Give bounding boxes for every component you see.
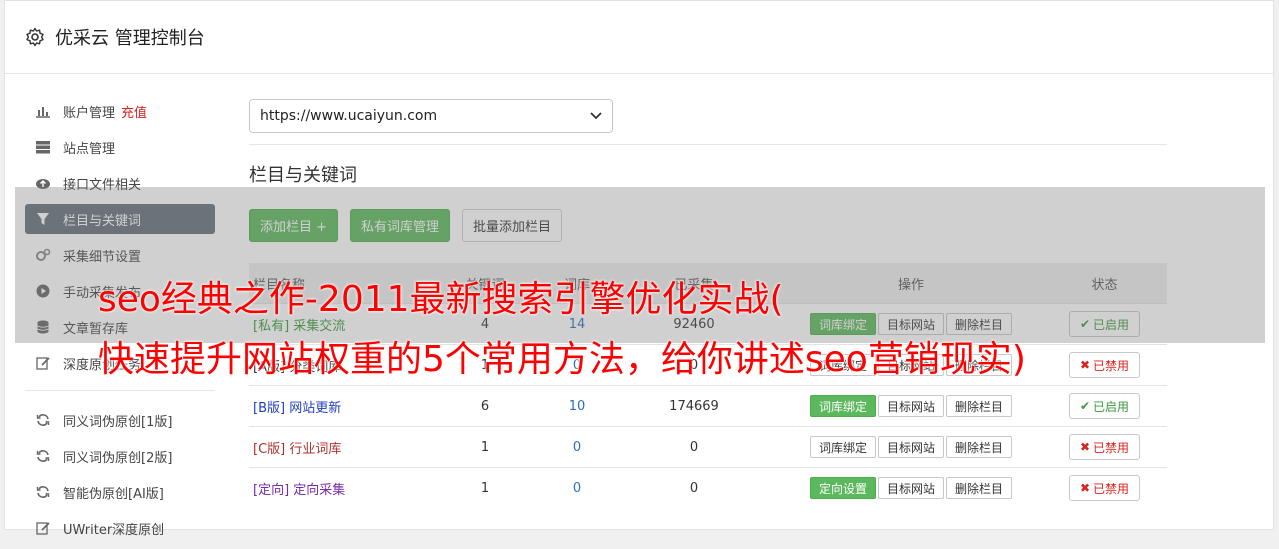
- row-name-cell: [定向] 定向采集: [249, 467, 424, 508]
- row-lib[interactable]: 0: [546, 467, 608, 508]
- table-row: [C版] 行业词库 1 0 0 词库绑定 目标网站 删除栏目 ✖ 已禁用: [249, 426, 1167, 468]
- refresh-icon: [35, 448, 51, 464]
- row-collected: 0: [608, 467, 780, 508]
- row-status-cell: ✔ 已启用: [1042, 385, 1167, 427]
- gear-icon: [26, 27, 44, 47]
- row-name[interactable]: 行业词库: [289, 442, 341, 457]
- delete-column-button[interactable]: 删除栏目: [946, 395, 1013, 417]
- status-toggle[interactable]: ✔ 已启用: [1068, 393, 1141, 419]
- sidebar-item[interactable]: 账户管理 充值: [25, 96, 215, 126]
- bind-lib-button[interactable]: 词库绑定: [809, 436, 876, 458]
- sidebar-item[interactable]: 同义词伪原创[1版]: [25, 405, 215, 435]
- sidebar-item-label: 智能伪原创[AI版]: [63, 486, 164, 502]
- table-row: [B版] 网站更新 6 10 174669 词库绑定 目标网站 删除栏目 ✔ 已启用: [249, 385, 1167, 427]
- x-icon: ✖: [1079, 440, 1091, 454]
- row-kw: 1: [424, 426, 546, 468]
- target-site-button[interactable]: 目标网站: [877, 477, 944, 499]
- server-icon: [35, 139, 51, 155]
- console-header: 优采云 管理控制台: [5, 1, 1273, 74]
- status-label: 已禁用: [1093, 358, 1130, 373]
- row-tag: [定向]: [253, 482, 290, 498]
- row-tag: [C版]: [253, 441, 286, 457]
- row-name-cell: [C版] 行业词库: [249, 426, 424, 468]
- divider: [249, 144, 1167, 145]
- sidebar-item[interactable]: 智能伪原创[AI版]: [25, 477, 215, 507]
- delete-column-button[interactable]: 删除栏目: [946, 436, 1013, 458]
- refresh-icon: [35, 412, 51, 428]
- row-ops: 定向设置 目标网站 删除栏目: [780, 467, 1042, 508]
- row-lib[interactable]: 0: [546, 426, 608, 468]
- row-kw: 1: [424, 467, 546, 508]
- refresh-icon: [35, 484, 51, 500]
- edit-icon: [35, 355, 51, 371]
- chevron-down-icon: [590, 112, 602, 120]
- status-toggle[interactable]: ✖ 已禁用: [1068, 352, 1141, 378]
- sidebar-item-label: UWriter深度原创: [63, 522, 165, 538]
- row-collected: 0: [608, 426, 780, 468]
- site-select-value: https://www.ucaiyun.com: [260, 108, 438, 124]
- section-title: 栏目与关键词: [249, 165, 357, 186]
- target-site-button[interactable]: 目标网站: [877, 395, 944, 417]
- bind-lib-button[interactable]: 词库绑定: [809, 395, 876, 417]
- recharge-link[interactable]: 充值: [121, 102, 147, 121]
- status-label: 已启用: [1093, 399, 1130, 414]
- x-icon: ✖: [1079, 358, 1091, 372]
- console-title: 优采云 管理控制台: [55, 28, 205, 49]
- sidebar-divider: [25, 390, 215, 391]
- sidebar-item[interactable]: 站点管理: [25, 132, 215, 162]
- row-status-cell: ✖ 已禁用: [1042, 426, 1167, 468]
- sidebar-item[interactable]: UWriter深度原创: [25, 513, 215, 543]
- status-toggle[interactable]: ✖ 已禁用: [1068, 475, 1141, 501]
- site-select[interactable]: https://www.ucaiyun.com: [249, 99, 613, 133]
- sidebar-item-label: 同义词伪原创[1版]: [63, 414, 173, 430]
- sidebar-item-label: 站点管理: [63, 141, 116, 157]
- row-status-cell: ✖ 已禁用: [1042, 467, 1167, 508]
- watermark-line-2: 快速提升网站权重的5个常用方法，给你讲述seo营销现实): [98, 339, 1026, 380]
- target-site-button[interactable]: 目标网站: [877, 436, 944, 458]
- sidebar-item-label: 账户管理: [63, 105, 116, 121]
- status-label: 已禁用: [1093, 440, 1130, 455]
- bar-chart-icon: [35, 103, 51, 119]
- row-status-cell: ✖ 已禁用: [1042, 344, 1167, 386]
- row-lib[interactable]: 10: [546, 385, 608, 427]
- row-tag: [B版]: [253, 400, 286, 416]
- sidebar-item-label: 同义词伪原创[2版]: [63, 450, 173, 466]
- status-toggle[interactable]: ✖ 已禁用: [1068, 434, 1141, 460]
- status-label: 已禁用: [1093, 481, 1130, 496]
- delete-column-button[interactable]: 删除栏目: [946, 477, 1013, 499]
- row-collected: 174669: [608, 385, 780, 427]
- row-name-cell: [B版] 网站更新: [249, 385, 424, 427]
- row-name[interactable]: 定向采集: [293, 483, 345, 498]
- row-kw: 6: [424, 385, 546, 427]
- sidebar-item[interactable]: 同义词伪原创[2版]: [25, 441, 215, 471]
- table-row: [定向] 定向采集 1 0 0 定向设置 目标网站 删除栏目 ✖ 已禁用: [249, 467, 1167, 508]
- row-ops: 词库绑定 目标网站 删除栏目: [780, 426, 1042, 468]
- row-ops: 词库绑定 目标网站 删除栏目: [780, 385, 1042, 427]
- check-icon: ✔: [1079, 399, 1091, 413]
- edit-icon: [35, 520, 51, 536]
- x-icon: ✖: [1079, 481, 1091, 495]
- bind-lib-button[interactable]: 定向设置: [809, 477, 876, 499]
- watermark-line-1: seo经典之作-2011最新搜索引擎优化实战(: [98, 279, 784, 320]
- row-name[interactable]: 网站更新: [289, 401, 341, 416]
